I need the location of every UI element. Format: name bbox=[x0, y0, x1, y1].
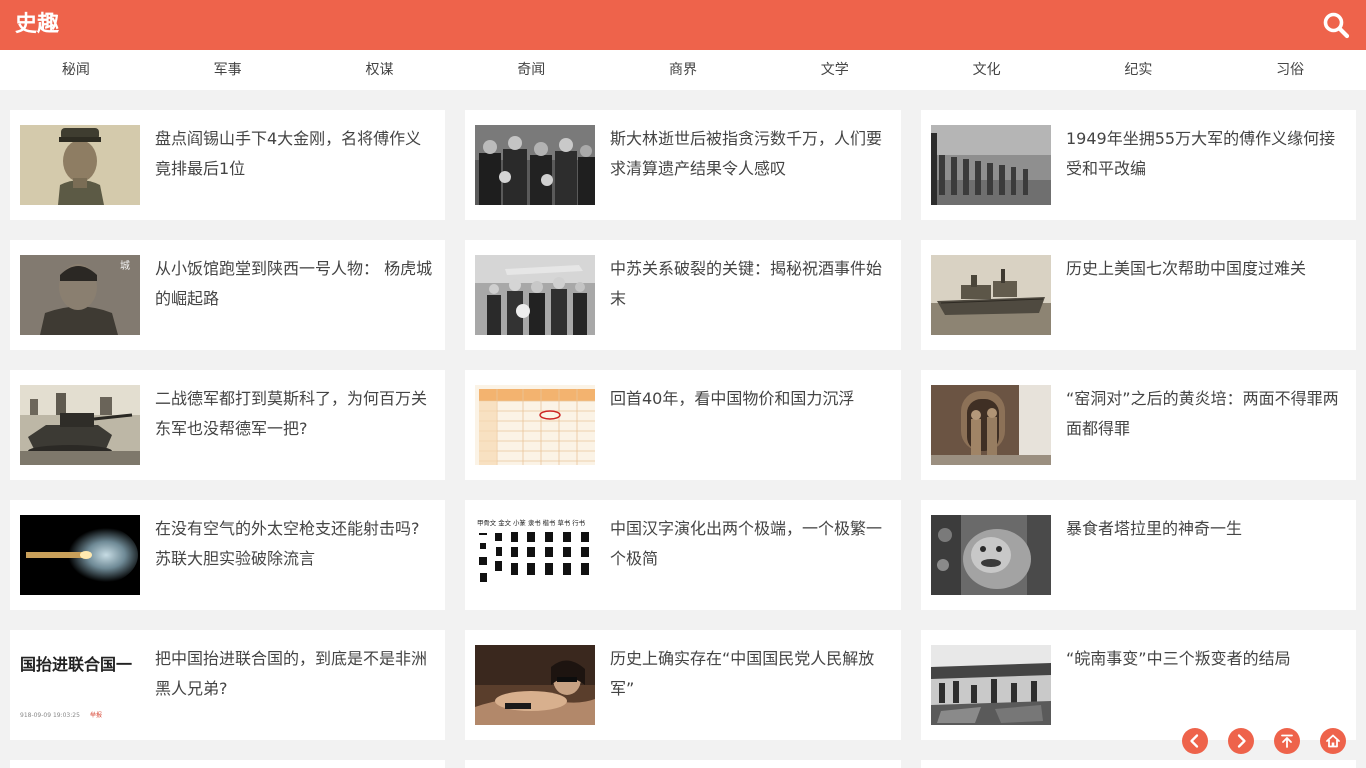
article-thumbnail[interactable] bbox=[20, 125, 140, 205]
article-card[interactable]: 城 从小饭馆跑堂到陕西一号人物： 杨虎城的崛起路 bbox=[10, 240, 445, 350]
article-card[interactable]: “皖南事变”中三个叛变者的结局 bbox=[921, 630, 1356, 740]
nav-item-literature[interactable]: 文学 bbox=[759, 50, 911, 90]
article-card[interactable]: 中苏关系破裂的关键：揭秘祝酒事件始末 bbox=[465, 240, 901, 350]
site-logo[interactable]: 史趣 bbox=[15, 10, 59, 40]
article-thumbnail[interactable] bbox=[475, 125, 595, 205]
article-card[interactable]: “窑洞对”之后的黄炎培：两面不得罪两面都得罪 bbox=[921, 370, 1356, 480]
thumbnail-headline-text: 国抬进联合国一 bbox=[20, 655, 132, 674]
article-thumbnail[interactable] bbox=[475, 645, 595, 725]
home-button[interactable] bbox=[1320, 728, 1346, 754]
back-to-top-icon bbox=[1281, 734, 1293, 748]
article-title[interactable]: 暴食者塔拉里的神奇一生 bbox=[1066, 514, 1344, 544]
article-title[interactable]: 从小饭馆跑堂到陕西一号人物： 杨虎城的崛起路 bbox=[155, 254, 433, 314]
thumbnail-date-text: 918-09-09 19:03:25 bbox=[20, 712, 80, 719]
back-to-top-button[interactable] bbox=[1274, 728, 1300, 754]
article-title[interactable]: 二战德军都打到莫斯科了，为何百万关东军也没帮德军一把? bbox=[155, 384, 433, 444]
article-title[interactable]: 把中国抬进联合国的，到底是不是非洲黑人兄弟? bbox=[155, 644, 433, 704]
article-card-partial[interactable] bbox=[921, 760, 1356, 768]
chevron-left-icon bbox=[1190, 734, 1199, 748]
article-thumbnail[interactable] bbox=[20, 515, 140, 595]
prev-page-button[interactable] bbox=[1182, 728, 1208, 754]
article-thumbnail[interactable]: 国抬进联合国一 918-09-09 19:03:25 举报 bbox=[20, 645, 140, 725]
article-card-partial[interactable] bbox=[465, 760, 901, 768]
article-thumbnail[interactable] bbox=[931, 645, 1051, 725]
article-card[interactable]: 二战德军都打到莫斯科了，为何百万关东军也没帮德军一把? bbox=[10, 370, 445, 480]
article-thumbnail[interactable] bbox=[931, 515, 1051, 595]
article-thumbnail[interactable] bbox=[931, 385, 1051, 465]
top-bar: 史趣 bbox=[0, 0, 1366, 50]
home-icon bbox=[1326, 734, 1340, 748]
nav-item-mimen[interactable]: 秘闻 bbox=[0, 50, 152, 90]
article-card[interactable]: 盘点阎锡山手下4大金刚，名将傅作义竟排最后1位 bbox=[10, 110, 445, 220]
article-thumbnail[interactable]: 甲骨文 金文 小篆 隶书 楷书 草书 行书 bbox=[475, 515, 595, 595]
next-page-button[interactable] bbox=[1228, 728, 1254, 754]
article-card[interactable]: 斯大林逝世后被指贪污数千万，人们要求清算遗产结果令人感叹 bbox=[465, 110, 901, 220]
nav-item-oddities[interactable]: 奇闻 bbox=[455, 50, 607, 90]
chevron-right-icon bbox=[1237, 734, 1246, 748]
article-card[interactable]: 暴食者塔拉里的神奇一生 bbox=[921, 500, 1356, 610]
article-title[interactable]: 盘点阎锡山手下4大金刚，名将傅作义竟排最后1位 bbox=[155, 124, 433, 184]
article-card[interactable]: 历史上确实存在“中国国民党人民解放军” bbox=[465, 630, 901, 740]
thumbnail-corner-text: 城 bbox=[120, 260, 130, 272]
article-title[interactable]: 在没有空气的外太空枪支还能射击吗?苏联大胆实验破除流言 bbox=[155, 514, 433, 574]
nav-item-customs[interactable]: 习俗 bbox=[1214, 50, 1366, 90]
article-title[interactable]: 1949年坐拥55万大军的傅作义缘何接受和平改编 bbox=[1066, 124, 1344, 184]
article-thumbnail[interactable] bbox=[475, 385, 595, 465]
article-thumbnail[interactable] bbox=[475, 255, 595, 335]
article-card[interactable]: 1949年坐拥55万大军的傅作义缘何接受和平改编 bbox=[921, 110, 1356, 220]
article-title[interactable]: “皖南事变”中三个叛变者的结局 bbox=[1066, 644, 1344, 674]
article-thumbnail[interactable]: 城 bbox=[20, 255, 140, 335]
article-thumbnail[interactable] bbox=[20, 385, 140, 465]
nav-item-documentary[interactable]: 纪实 bbox=[1062, 50, 1214, 90]
article-card-partial[interactable] bbox=[10, 760, 445, 768]
nav-item-business[interactable]: 商界 bbox=[607, 50, 759, 90]
article-card[interactable]: 甲骨文 金文 小篆 隶书 楷书 草书 行书 中国汉字演化出两个极端，一个极繁一个… bbox=[465, 500, 901, 610]
article-title[interactable]: 历史上美国七次帮助中国度过难关 bbox=[1066, 254, 1344, 284]
nav-item-strategy[interactable]: 权谋 bbox=[304, 50, 456, 90]
article-thumbnail[interactable] bbox=[931, 125, 1051, 205]
category-nav: 秘闻 军事 权谋 奇闻 商界 文学 文化 纪实 习俗 bbox=[0, 50, 1366, 90]
thumbnail-header-text: 甲骨文 金文 小篆 隶书 楷书 草书 行书 bbox=[477, 518, 586, 527]
search-icon[interactable] bbox=[1322, 11, 1350, 39]
article-title[interactable]: 历史上确实存在“中国国民党人民解放军” bbox=[610, 644, 889, 704]
thumbnail-tag-text: 举报 bbox=[90, 711, 102, 719]
article-card[interactable]: 国抬进联合国一 918-09-09 19:03:25 举报 把中国抬进联合国的，… bbox=[10, 630, 445, 740]
article-title[interactable]: 中苏关系破裂的关键：揭秘祝酒事件始末 bbox=[610, 254, 889, 314]
article-card[interactable]: 回首40年，看中国物价和国力沉浮 bbox=[465, 370, 901, 480]
nav-item-culture[interactable]: 文化 bbox=[911, 50, 1063, 90]
article-thumbnail[interactable] bbox=[931, 255, 1051, 335]
article-title[interactable]: 斯大林逝世后被指贪污数千万，人们要求清算遗产结果令人感叹 bbox=[610, 124, 889, 184]
article-title[interactable]: “窑洞对”之后的黄炎培：两面不得罪两面都得罪 bbox=[1066, 384, 1344, 444]
article-card[interactable]: 在没有空气的外太空枪支还能射击吗?苏联大胆实验破除流言 bbox=[10, 500, 445, 610]
article-title[interactable]: 中国汉字演化出两个极端，一个极繁一个极简 bbox=[610, 514, 889, 574]
nav-item-military[interactable]: 军事 bbox=[152, 50, 304, 90]
article-card[interactable]: 历史上美国七次帮助中国度过难关 bbox=[921, 240, 1356, 350]
article-title[interactable]: 回首40年，看中国物价和国力沉浮 bbox=[610, 384, 889, 414]
article-grid: 盘点阎锡山手下4大金刚，名将傅作义竟排最后1位 斯大林逝世后被指贪污数千万，人们… bbox=[10, 110, 1356, 740]
